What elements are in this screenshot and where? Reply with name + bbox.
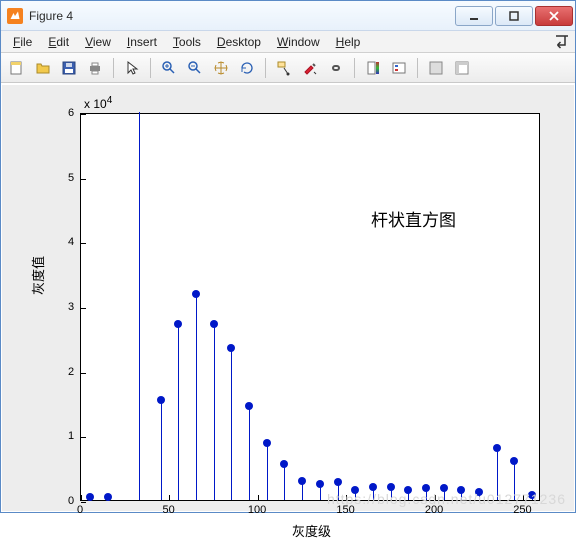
matlab-icon xyxy=(7,8,23,24)
window-controls xyxy=(453,6,573,26)
rotate-icon[interactable] xyxy=(235,56,259,80)
zoom-out-icon[interactable] xyxy=(183,56,207,80)
stem-marker xyxy=(510,457,518,465)
y-tick xyxy=(81,373,86,374)
stem-marker xyxy=(298,477,306,485)
stem xyxy=(214,324,215,500)
link-icon[interactable] xyxy=(324,56,348,80)
x-tick xyxy=(81,495,82,500)
stem xyxy=(196,294,197,500)
menubar: File Edit View Insert Tools Desktop Wind… xyxy=(1,31,575,53)
stem-marker xyxy=(104,493,112,501)
stem xyxy=(267,443,268,500)
stem-marker xyxy=(387,483,395,491)
colorbar-icon[interactable] xyxy=(361,56,385,80)
toolbar-separator xyxy=(150,58,151,78)
y-axis-label: 灰度值 xyxy=(28,256,47,295)
chart-annotation: 杆状直方图 xyxy=(371,206,456,231)
toolbar-separator xyxy=(265,58,266,78)
x-tick-label: 200 xyxy=(425,504,443,516)
x-tick xyxy=(169,495,170,500)
y-tick-label: 2 xyxy=(68,366,74,378)
menu-view[interactable]: View xyxy=(77,33,119,51)
axes[interactable]: 杆状直方图 xyxy=(80,113,540,501)
stem-marker xyxy=(245,402,253,410)
menu-help[interactable]: Help xyxy=(328,33,369,51)
y-tick xyxy=(81,114,86,115)
pan-icon[interactable] xyxy=(209,56,233,80)
stem-marker xyxy=(263,439,271,447)
toolbar-separator xyxy=(354,58,355,78)
stem-marker xyxy=(86,493,94,501)
datacursor-icon[interactable] xyxy=(272,56,296,80)
stem-marker xyxy=(157,396,165,404)
brush-icon[interactable] xyxy=(298,56,322,80)
x-tick-label: 50 xyxy=(162,504,174,516)
menu-tools[interactable]: Tools xyxy=(165,33,209,51)
x-tick-label: 100 xyxy=(248,504,266,516)
stem-marker xyxy=(334,478,342,486)
show-tools-icon[interactable] xyxy=(450,56,474,80)
x-tick xyxy=(258,495,259,500)
y-tick xyxy=(81,308,86,309)
pointer-icon[interactable] xyxy=(120,56,144,80)
stem-marker xyxy=(316,480,324,488)
titlebar: Figure 4 xyxy=(1,1,575,31)
stem xyxy=(161,400,162,500)
y-tick xyxy=(81,179,86,180)
y-tick-label: 4 xyxy=(68,236,74,248)
x-tick-label: 250 xyxy=(513,504,531,516)
toolbar xyxy=(1,53,575,83)
stem xyxy=(249,406,250,500)
y-tick xyxy=(81,243,86,244)
y-tick-label: 6 xyxy=(68,107,74,119)
save-icon[interactable] xyxy=(57,56,81,80)
figure-client: x 104 灰度值 灰度级 杆状直方图 https://blog.csdn.ne… xyxy=(2,85,574,511)
menu-window[interactable]: Window xyxy=(269,33,328,51)
new-figure-icon[interactable] xyxy=(5,56,29,80)
legend-icon[interactable] xyxy=(387,56,411,80)
y-tick-label: 5 xyxy=(68,172,74,184)
stem-marker xyxy=(227,344,235,352)
hide-tools-icon[interactable] xyxy=(424,56,448,80)
y-tick xyxy=(81,502,86,503)
x-tick-label: 0 xyxy=(77,504,83,516)
figure-window: Figure 4 File Edit View Insert Tools Des… xyxy=(0,0,576,513)
menu-dock-icon[interactable] xyxy=(553,35,571,49)
stem xyxy=(231,348,232,500)
stem-marker xyxy=(210,320,218,328)
x-tick-label: 150 xyxy=(336,504,354,516)
y-tick-label: 1 xyxy=(68,430,74,442)
y-tick xyxy=(81,437,86,438)
x-axis-label: 灰度级 xyxy=(292,521,331,540)
stem xyxy=(284,464,285,500)
zoom-in-icon[interactable] xyxy=(157,56,181,80)
stem-marker xyxy=(192,290,200,298)
toolbar-separator xyxy=(417,58,418,78)
stem xyxy=(178,324,179,500)
print-icon[interactable] xyxy=(83,56,107,80)
y-exponent: x 104 xyxy=(84,95,112,111)
toolbar-separator xyxy=(113,58,114,78)
close-button[interactable] xyxy=(535,6,573,26)
stem-marker xyxy=(369,483,377,491)
window-title: Figure 4 xyxy=(29,9,73,23)
y-tick-label: 3 xyxy=(68,301,74,313)
maximize-button[interactable] xyxy=(495,6,533,26)
menu-desktop[interactable]: Desktop xyxy=(209,33,269,51)
minimize-button[interactable] xyxy=(455,6,493,26)
stem-marker xyxy=(280,460,288,468)
open-icon[interactable] xyxy=(31,56,55,80)
stem-marker xyxy=(493,444,501,452)
menu-insert[interactable]: Insert xyxy=(119,33,165,51)
y-tick-label: 0 xyxy=(68,495,74,507)
stem-marker xyxy=(174,320,182,328)
stem xyxy=(139,112,140,500)
menu-file[interactable]: File xyxy=(5,33,40,51)
menu-edit[interactable]: Edit xyxy=(40,33,77,51)
